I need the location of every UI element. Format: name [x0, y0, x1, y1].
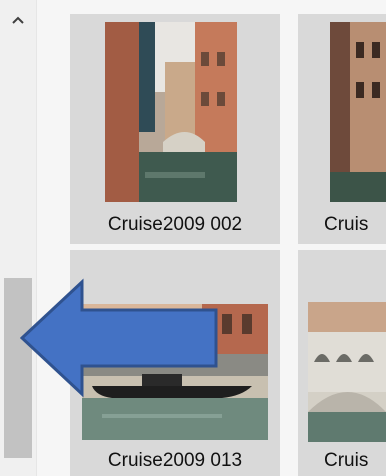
chevron-up-icon — [12, 16, 24, 24]
photo-thumbnail — [308, 302, 386, 442]
photo-tile-cruis-bottom[interactable]: Cruis — [298, 250, 386, 476]
scroll-up-button[interactable] — [0, 0, 36, 40]
vertical-scrollbar[interactable] — [0, 0, 37, 476]
photo-caption: Cruis — [324, 450, 369, 471]
photo-tile-cruise2009-002[interactable]: Cruise2009 002 — [70, 14, 280, 244]
photo-caption: Cruis — [324, 214, 369, 235]
left-arrow-icon — [20, 278, 218, 398]
photo-thumbnail — [330, 22, 386, 202]
photo-caption: Cruise2009 013 — [107, 450, 243, 471]
photo-thumbnail — [105, 22, 237, 202]
photo-caption: Cruise2009 002 — [107, 214, 243, 235]
photo-tile-cruis-top[interactable]: Cruis — [298, 14, 386, 244]
